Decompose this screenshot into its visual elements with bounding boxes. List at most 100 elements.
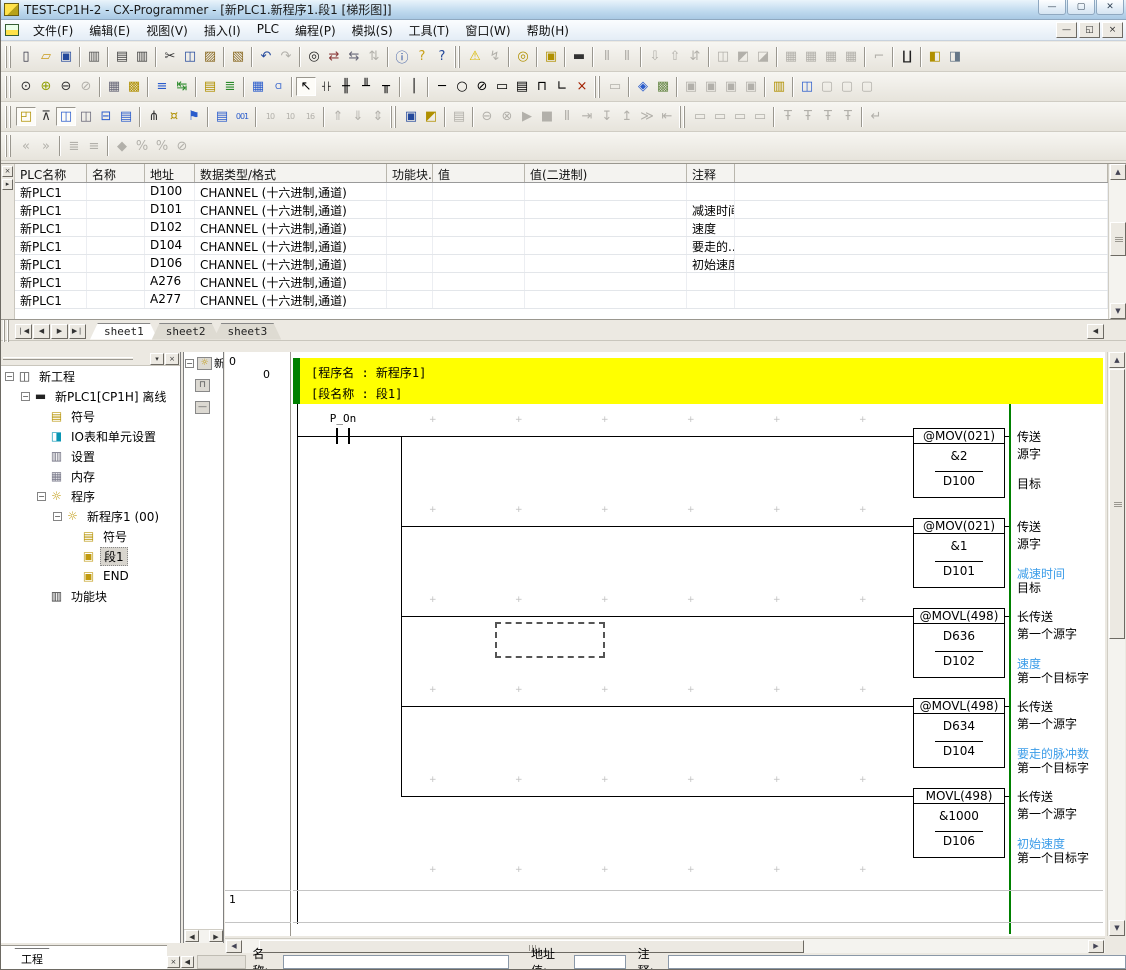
binary-monitor-icon[interactable]: 001 — [232, 107, 252, 126]
tree-item-[interactable]: −◫新工程 — [1, 366, 180, 386]
new-instruction-detail-icon[interactable]: ▤ — [512, 77, 532, 96]
select-mode-icon[interactable]: ↖ — [296, 77, 316, 96]
scroll-right-icon[interactable]: ▶ — [209, 930, 223, 942]
tree-item-[interactable]: ▥功能块 — [1, 586, 180, 606]
scroll-right-icon[interactable]: ▶ — [1088, 940, 1104, 953]
name-input[interactable] — [283, 955, 509, 969]
plc-settings-icon[interactable]: ◩ — [421, 107, 441, 126]
tree-item-[interactable]: ▤符号 — [1, 526, 180, 546]
editbar-close-icon[interactable]: × — [167, 956, 180, 968]
save-report-icon[interactable]: ▣ — [541, 47, 561, 66]
time-chart-icon[interactable]: ∐ — [897, 47, 917, 66]
watch-expand-icon[interactable]: ▸ — [2, 179, 13, 190]
menu-item-1[interactable]: 编辑(E) — [81, 20, 138, 41]
toolbar-grip[interactable] — [5, 106, 13, 128]
plc-verify-icon[interactable]: ▬ — [569, 47, 589, 66]
print-preview-icon[interactable]: ▥ — [132, 47, 152, 66]
paste-special-icon[interactable]: ▧ — [228, 47, 248, 66]
column-header-4[interactable]: 功能块... — [387, 164, 433, 182]
build-tool-icon[interactable]: ⊼ — [36, 107, 56, 126]
instruction-block-d104[interactable]: @MOVL(498)D634D104 — [913, 698, 1005, 768]
watch-close-icon[interactable]: × — [2, 166, 13, 177]
monitor-box-icon[interactable]: ▤ — [212, 107, 232, 126]
toolbar-grip[interactable] — [454, 46, 462, 68]
sheet-tab-sheet3[interactable]: sheet3 — [214, 323, 282, 340]
toolbar-grip[interactable] — [5, 76, 13, 98]
toolbar-grip[interactable] — [5, 135, 13, 157]
line-connect-icon[interactable]: ∟ — [552, 77, 572, 96]
new-coil-closed-icon[interactable]: ⊘ — [472, 77, 492, 96]
ladder-selection-cursor[interactable] — [495, 622, 605, 658]
editbar-collapse-icon[interactable]: ◀ — [181, 956, 194, 968]
expand-collapse-icon[interactable]: − — [21, 392, 30, 401]
watch-window-2-icon[interactable]: ◫ — [76, 107, 96, 126]
horizontal-line-icon[interactable]: ─ — [432, 77, 452, 96]
paste-icon[interactable]: ▨ — [200, 47, 220, 66]
column-header-1[interactable]: 名称 — [87, 164, 145, 182]
close-button[interactable]: ✕ — [1096, 0, 1124, 15]
sheet-last-button[interactable]: ▶❘ — [69, 324, 86, 339]
new-inverted-instruction-icon[interactable]: ⊓ — [532, 77, 552, 96]
tree-item-plc1cp1h[interactable]: −▬新PLC1[CP1H] 离线 — [1, 386, 180, 406]
scroll-left-icon[interactable]: ◀ — [226, 940, 242, 953]
scroll-down-icon[interactable]: ▼ — [1110, 303, 1126, 319]
io-comment-icon[interactable]: ⚑ — [184, 107, 204, 126]
mini-tree-scrollbar[interactable]: ◀ ▶ — [184, 929, 223, 943]
toolbar-grip[interactable] — [679, 106, 687, 128]
instruction-block-d101[interactable]: @MOV(021)&1D101 — [913, 518, 1005, 588]
address-value-input[interactable] — [574, 955, 626, 969]
scroll-up-icon[interactable]: ▲ — [1109, 352, 1125, 368]
instruction-block-d100[interactable]: @MOV(021)&2D100 — [913, 428, 1005, 498]
new-file-icon[interactable]: ▯ — [16, 47, 36, 66]
compile-program-icon[interactable]: ◈ — [633, 77, 653, 96]
menu-item-3[interactable]: 插入(I) — [196, 20, 249, 41]
new-contact-closed-icon[interactable]: ╫ — [336, 77, 356, 96]
watch-row-0[interactable]: 新PLC1D100CHANNEL (十六进制,通道) — [15, 183, 1108, 201]
address-reference-icon[interactable]: ¤ — [164, 107, 184, 126]
rung-annotation-icon[interactable]: ▤ — [200, 77, 220, 96]
mdi-minimize-button[interactable]: — — [1056, 22, 1077, 38]
cross-reference-icon[interactable]: ⋔ — [144, 107, 164, 126]
expand-collapse-icon[interactable]: − — [53, 512, 62, 521]
mini-tree-item-2[interactable]: — — [184, 396, 223, 418]
watch-dock-grip[interactable]: × ▸ — [1, 164, 15, 319]
new-contact-icon[interactable]: ┤├ — [316, 77, 336, 96]
cascade-windows-icon[interactable]: ◰ — [16, 107, 36, 126]
toolbar-grip[interactable] — [594, 76, 602, 98]
sheet-first-button[interactable]: ❘◀ — [15, 324, 32, 339]
zoom-icon[interactable]: ⊙ — [16, 77, 36, 96]
properties-window-icon[interactable]: ▤ — [116, 107, 136, 126]
watch-window-icon[interactable]: ◫ — [56, 107, 76, 126]
cut-icon[interactable]: ✂ — [160, 47, 180, 66]
toolbar-grip[interactable] — [5, 46, 13, 68]
scroll-left-icon[interactable]: ◀ — [185, 930, 199, 942]
find-report-icon[interactable]: ◎ — [513, 47, 533, 66]
menu-item-9[interactable]: 帮助(H) — [519, 20, 577, 41]
watch-row-4[interactable]: 新PLC1D106CHANNEL (十六进制,通道)初始速度 — [15, 255, 1108, 273]
contact-symbol[interactable] — [336, 428, 338, 444]
find-icon[interactable]: ◎ — [304, 47, 324, 66]
expand-collapse-icon[interactable]: − — [37, 492, 46, 501]
copy-icon[interactable]: ◫ — [180, 47, 200, 66]
tree-item-[interactable]: ▦内存 — [1, 466, 180, 486]
column-header-0[interactable]: PLC名称 — [15, 164, 87, 182]
mini-tree-item-0[interactable]: −☼新 — [184, 352, 223, 374]
maximize-button[interactable]: ▢ — [1067, 0, 1095, 15]
tree-item-100[interactable]: −☼新程序1 (00) — [1, 506, 180, 526]
tree-item-[interactable]: ▥设置 — [1, 446, 180, 466]
expand-collapse-icon[interactable]: − — [185, 359, 194, 368]
address-list-icon[interactable]: ≡ — [152, 77, 172, 96]
column-header-5[interactable]: 值 — [433, 164, 525, 182]
find-replace-icon[interactable]: ⇆ — [344, 47, 364, 66]
menu-item-8[interactable]: 窗口(W) — [457, 20, 518, 41]
grid-toggle-icon[interactable]: ▦ — [104, 77, 124, 96]
new-or-contact-closed-icon[interactable]: ╥ — [376, 77, 396, 96]
menu-item-6[interactable]: 模拟(S) — [344, 20, 401, 41]
workspace-close-icon[interactable]: × — [165, 353, 179, 365]
instruction-block-d102[interactable]: @MOVL(498)D636D102 — [913, 608, 1005, 678]
ladder-canvas[interactable]: [程序名 : 新程序1] [段名称 : 段1] ++++++++++++++++… — [291, 352, 1105, 936]
title-bar[interactable]: TEST-CP1H-2 - CX-Programmer - [新PLC1.新程序… — [1, 0, 1126, 20]
expand-collapse-icon[interactable]: − — [5, 372, 14, 381]
open-file-icon[interactable]: ▱ — [36, 47, 56, 66]
column-header-6[interactable]: 值(二进制) — [525, 164, 687, 182]
